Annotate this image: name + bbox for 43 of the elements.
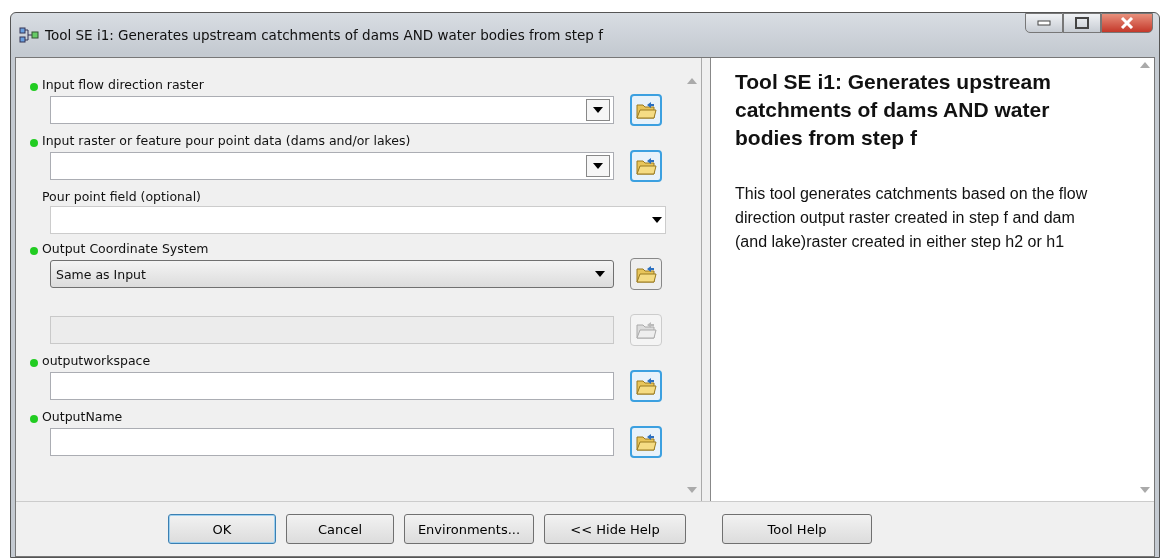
browse-button[interactable] xyxy=(630,426,662,458)
dropdown-arrow-icon xyxy=(652,217,662,223)
parameter-label: outputworkspace xyxy=(42,352,151,368)
maximize-icon xyxy=(1075,17,1089,29)
parameter-label: Pour point field (optional) xyxy=(42,188,201,204)
help-text: This tool generates catchments based on the flow direction output raster created in step f and dam (and lake)raster created in either step h2 or h1 xyxy=(735,184,1089,252)
parameter-label: Output Coordinate System xyxy=(42,240,209,256)
browse-button[interactable] xyxy=(630,370,662,402)
folder-icon xyxy=(635,156,657,176)
dialog-button[interactable]: Environments... xyxy=(404,514,534,544)
dialog-button[interactable]: Cancel xyxy=(286,514,394,544)
browse-button[interactable] xyxy=(630,258,662,290)
folder-icon xyxy=(635,376,657,396)
folder-icon xyxy=(635,320,657,340)
dialog-button[interactable]: << Hide Help xyxy=(544,514,686,544)
dropdown-field[interactable] xyxy=(50,206,666,234)
close-button[interactable] xyxy=(1101,13,1153,33)
browse-button[interactable] xyxy=(630,94,662,126)
minimize-icon xyxy=(1037,20,1051,26)
dropdown-arrow-icon xyxy=(595,271,605,277)
minimize-button[interactable] xyxy=(1025,13,1063,33)
select-value: Same as Input xyxy=(56,266,146,282)
parameter-label: OutputName xyxy=(42,408,123,424)
select-field[interactable]: Same as Input xyxy=(50,260,614,288)
scroll-up-icon[interactable] xyxy=(687,78,697,84)
text-field[interactable] xyxy=(50,372,614,400)
tool-help-button[interactable]: Tool Help xyxy=(722,514,872,544)
scroll-down-icon[interactable] xyxy=(1140,487,1150,493)
folder-icon xyxy=(635,100,657,120)
window-title: Tool SE i1: Generates upstream catchments of dams AND water bodies from step f xyxy=(45,27,605,43)
scroll-up-icon[interactable] xyxy=(1140,62,1150,68)
folder-icon xyxy=(635,432,657,452)
scroll-down-icon[interactable] xyxy=(687,487,697,493)
browse-button[interactable] xyxy=(630,150,662,182)
dialog-button[interactable]: OK xyxy=(168,514,276,544)
text-field[interactable] xyxy=(50,428,614,456)
maximize-button[interactable] xyxy=(1063,13,1101,33)
folder-icon xyxy=(635,264,657,284)
parameter-label: Input raster or feature pour point data (dams and/or lakes) xyxy=(42,132,411,148)
help-title: Tool SE i1: Generates upstream catchments of dams AND water bodies from step f xyxy=(735,69,1052,151)
tool-icon xyxy=(19,27,39,43)
close-icon xyxy=(1120,17,1134,29)
parameter-label: Input flow direction raster xyxy=(42,76,204,92)
